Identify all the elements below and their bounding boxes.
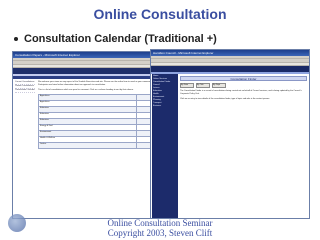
- nav-item[interactable]: Business: [153, 105, 177, 108]
- footer: Online Consultation Seminar Copyright 20…: [0, 218, 320, 238]
- page-content: Home Online Services Consultation Finder…: [151, 74, 309, 218]
- finder-body: The Consultation Finder is a record of c…: [180, 90, 307, 101]
- by-dept-button[interactable]: By Dept: [212, 83, 226, 88]
- nav-item[interactable]: Consultation Calendar: [15, 89, 35, 93]
- main-pane: Consultation Finder By Date By Title By …: [180, 74, 307, 103]
- right-browser-window: Hamilton Council - Microsoft Internet Ex…: [150, 49, 310, 219]
- table-row[interactable]: Justice: [38, 142, 170, 149]
- bullet-icon: [14, 37, 18, 42]
- finder-header: Consultation Finder: [180, 76, 307, 81]
- by-title-button[interactable]: By Title: [196, 83, 210, 88]
- footer-line: Online Consultation Seminar: [107, 218, 213, 228]
- page-content: Current Consultations Closed Consultatio…: [13, 79, 171, 218]
- left-nav: Home Online Services Consultation Finder…: [152, 74, 178, 218]
- finder-buttons: By Date By Title By Dept: [180, 83, 307, 88]
- finder-text: Click on an entry to view details of the…: [180, 98, 270, 100]
- finder-text: The Consultation Finder is a record of c…: [180, 90, 302, 95]
- site-banner: [13, 68, 171, 76]
- site-banner: [151, 66, 309, 74]
- slide-title: Online Consultation: [93, 6, 227, 22]
- banner-stripe: [13, 74, 171, 76]
- bullet-item: Consultation Calendar (Traditional +): [14, 33, 217, 45]
- by-date-button[interactable]: By Date: [180, 83, 194, 88]
- bullet-text: Consultation Calendar (Traditional +): [24, 33, 217, 45]
- left-browser-window: Consultation Papers - Microsoft Internet…: [12, 51, 172, 219]
- left-nav: Current Consultations Closed Consultatio…: [15, 81, 35, 93]
- table-cell: Justice: [38, 142, 137, 149]
- footer-line: Copyright 2003, Steven Clift: [107, 228, 213, 238]
